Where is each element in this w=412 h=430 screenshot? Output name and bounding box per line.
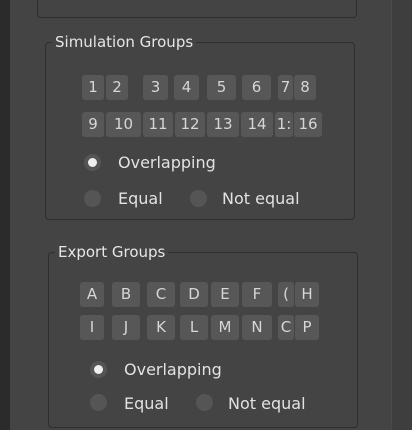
export-not-equal-radio[interactable] [196, 394, 213, 411]
export-overlapping-radio[interactable] [90, 361, 107, 378]
sim-group-button-9[interactable]: 9 [82, 112, 104, 137]
export-group-button-h[interactable]: H [295, 282, 319, 307]
sim-group-button-14[interactable]: 14 [241, 112, 273, 137]
sim-group-button-10[interactable]: 10 [106, 112, 141, 137]
sim-group-button-12[interactable]: 12 [175, 112, 205, 137]
export-group-button-k[interactable]: K [147, 315, 175, 340]
export-equal-label: Equal [124, 394, 169, 413]
sim-group-button-2[interactable]: 2 [106, 75, 128, 100]
left-panel-edge [0, 0, 10, 430]
sim-group-button-11[interactable]: 11 [143, 112, 173, 137]
export-group-button-a[interactable]: A [80, 282, 104, 307]
scrollbar-track[interactable] [391, 0, 412, 430]
export-group-button-l[interactable]: L [180, 315, 208, 340]
sim-group-button-13[interactable]: 13 [207, 112, 239, 137]
sim-group-button-4[interactable]: 4 [174, 75, 199, 100]
sim-group-button-7[interactable]: 7 [278, 75, 293, 100]
sim-overlapping-radio[interactable] [84, 154, 101, 171]
sim-not-equal-radio[interactable] [190, 190, 207, 207]
export-group-button-j[interactable]: J [112, 315, 140, 340]
export-not-equal-label: Not equal [228, 394, 306, 413]
export-group-button-b[interactable]: B [112, 282, 140, 307]
sim-group-button-16[interactable]: 16 [294, 112, 322, 137]
previous-group-box [37, 0, 357, 18]
sim-group-button-3[interactable]: 3 [143, 75, 168, 100]
export-group-button-d[interactable]: D [180, 282, 208, 307]
export-equal-radio[interactable] [90, 394, 107, 411]
export-groups-title: Export Groups [55, 242, 169, 262]
export-group-button-g[interactable]: ( [278, 282, 294, 307]
sim-overlapping-label: Overlapping [118, 153, 216, 172]
export-overlapping-label: Overlapping [124, 360, 222, 379]
export-group-button-m[interactable]: M [211, 315, 239, 340]
sim-group-button-1[interactable]: 1 [82, 75, 104, 100]
sim-group-button-5[interactable]: 5 [207, 75, 236, 100]
sim-equal-radio[interactable] [84, 190, 101, 207]
export-group-button-n[interactable]: N [242, 315, 272, 340]
sim-group-button-6[interactable]: 6 [242, 75, 271, 100]
export-group-button-f[interactable]: F [242, 282, 272, 307]
export-group-button-p[interactable]: P [295, 315, 319, 340]
sim-group-button-8[interactable]: 8 [294, 75, 316, 100]
export-group-button-e[interactable]: E [211, 282, 239, 307]
simulation-groups-title: Simulation Groups [52, 32, 197, 52]
export-group-button-o[interactable]: C [278, 315, 294, 340]
export-group-button-i[interactable]: I [80, 315, 104, 340]
sim-equal-label: Equal [118, 189, 163, 208]
export-group-button-c[interactable]: C [147, 282, 175, 307]
sim-group-button-15[interactable]: 1: [275, 112, 293, 137]
sim-not-equal-label: Not equal [222, 189, 300, 208]
